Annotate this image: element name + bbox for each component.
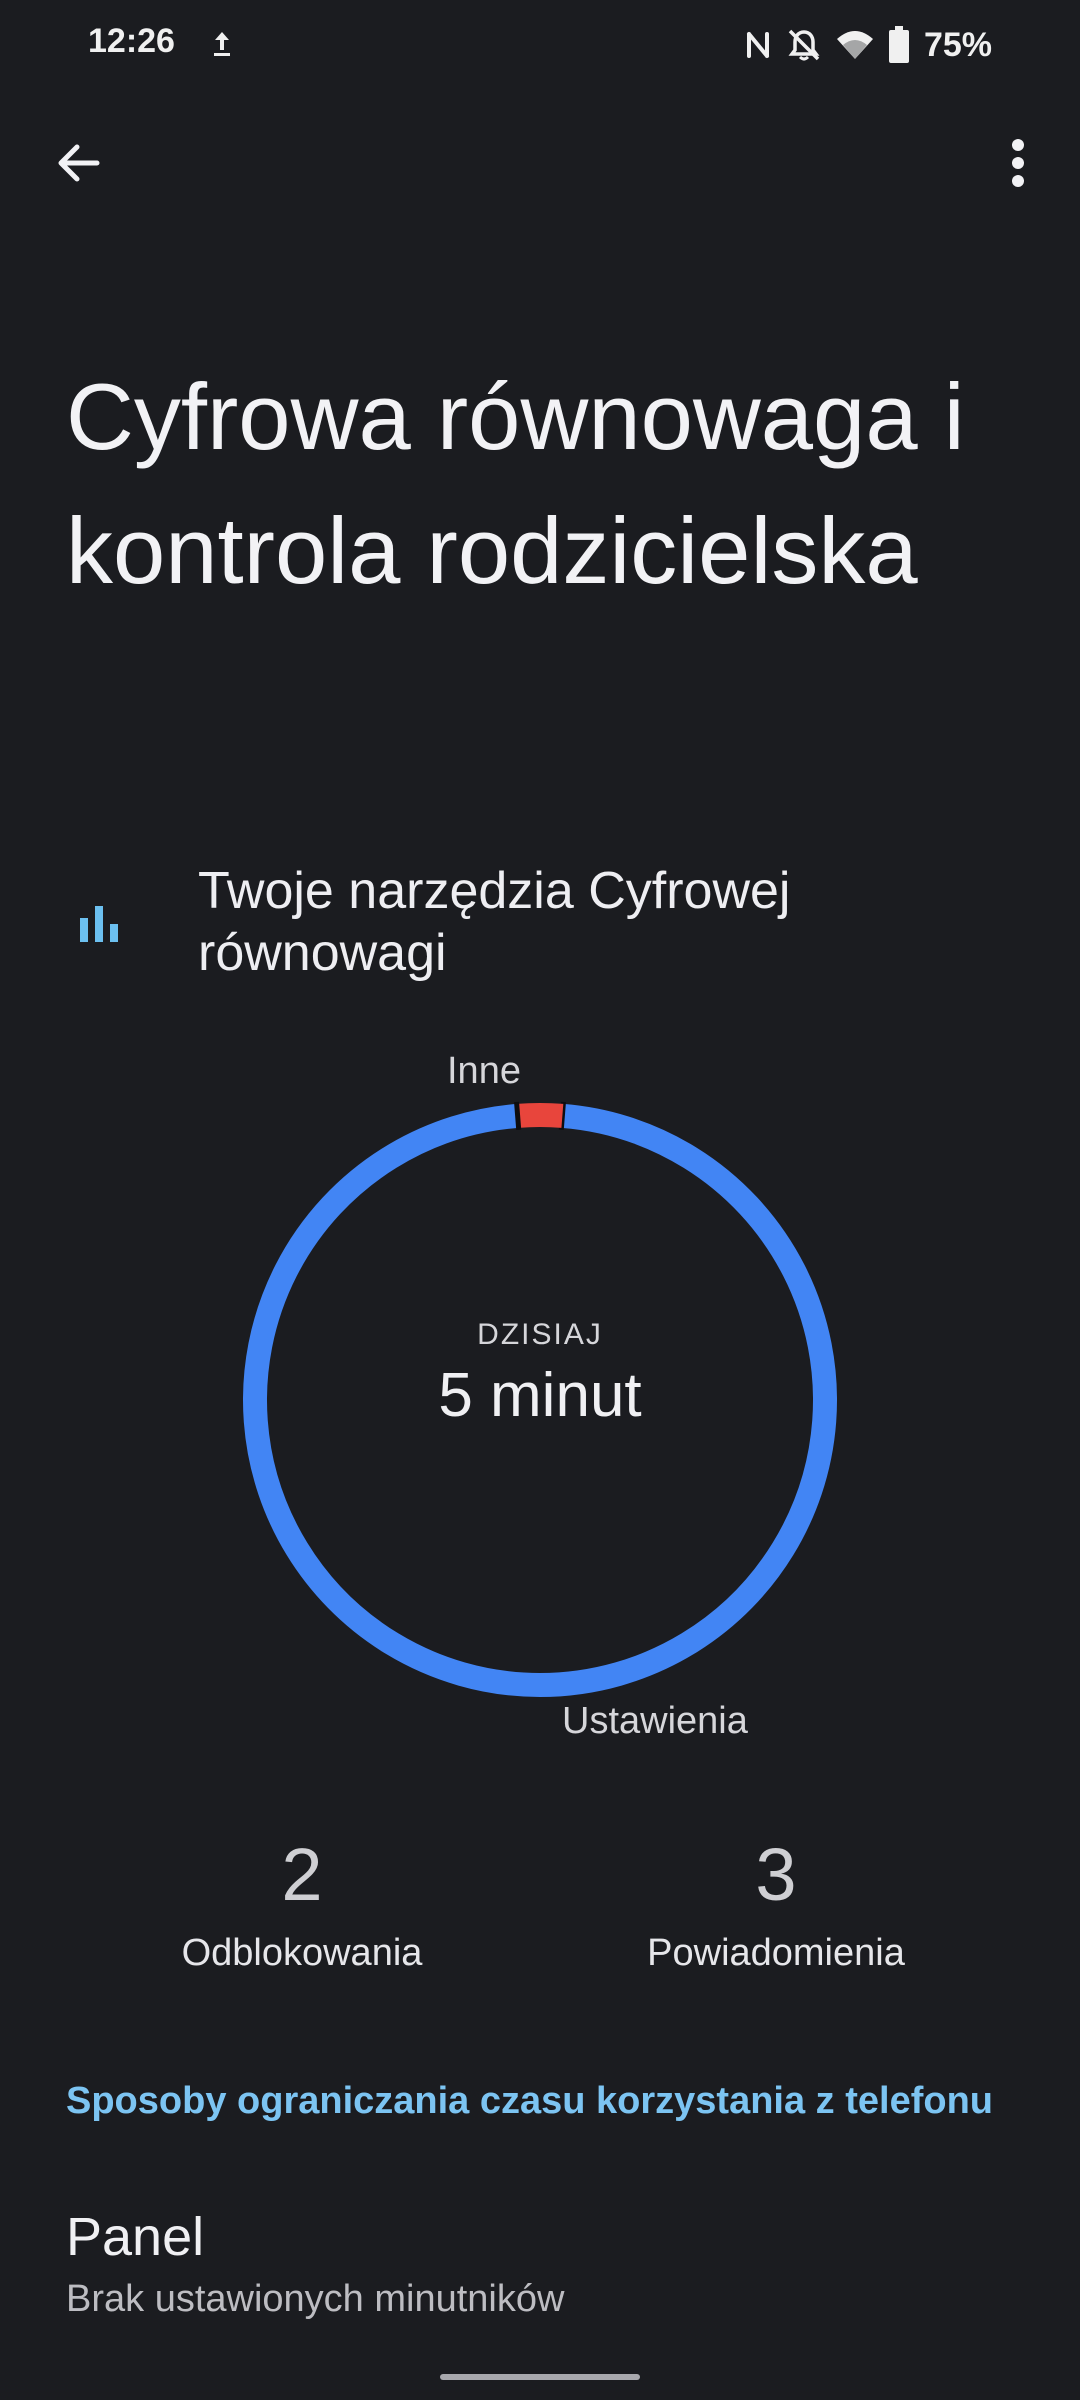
notifications-label: Powiadomienia — [647, 1932, 905, 1974]
donut-slice-inne — [516, 1103, 564, 1128]
upload-icon — [214, 32, 230, 56]
dashboard-item[interactable]: Panel Brak ustawionych minutników — [0, 2190, 1080, 2340]
gesture-nav-handle[interactable] — [440, 2374, 640, 2380]
status-icons: 75% — [744, 20, 992, 70]
slice-label-ustawienia: Ustawienia — [562, 1700, 748, 1742]
usage-donut-chart[interactable]: Inne Ustawienia DZISIAJ 5 minut — [0, 1040, 1080, 1760]
limit-screen-time-section-header: Sposoby ograniczania czasu korzystania z… — [66, 2080, 994, 2122]
chart-center-value: 5 minut — [438, 1361, 642, 1430]
back-button[interactable] — [40, 125, 116, 201]
dashboard-subtitle: Brak ustawionych minutników — [66, 2278, 565, 2320]
dashboard-title: Panel — [66, 2207, 205, 2267]
battery-percent: 75% — [923, 25, 992, 64]
donut-separator — [514, 1101, 522, 1131]
status-bar: 12:26 75% — [0, 0, 1080, 90]
digital-wellbeing-tools-label: Twoje narzędzia Cyfrowej równowagi — [198, 862, 791, 982]
notifications-count: 3 — [755, 1833, 797, 1916]
unlocks-label: Odblokowania — [181, 1932, 423, 1974]
battery-icon — [888, 26, 909, 63]
wifi-icon — [836, 31, 873, 59]
page-title: Cyfrowa równowaga i kontrola rodzicielsk… — [66, 364, 965, 603]
notifications-stat[interactable]: 3 Powiadomienia — [566, 1830, 986, 1980]
slice-label-inne: Inne — [447, 1050, 521, 1092]
unlocks-count: 2 — [281, 1833, 323, 1916]
chart-center-caption: DZISIAJ — [477, 1318, 603, 1351]
more-options-button[interactable] — [980, 125, 1056, 201]
bar-chart-icon — [80, 906, 118, 942]
more-vert-icon — [1012, 139, 1024, 187]
bell-off-icon — [788, 29, 820, 61]
digital-wellbeing-tools-item[interactable]: Twoje narzędzia Cyfrowej równowagi — [0, 860, 1080, 990]
unlocks-stat[interactable]: 2 Odblokowania — [92, 1830, 512, 1980]
arrow-back-icon — [58, 144, 100, 182]
status-time: 12:26 — [88, 22, 175, 60]
nfc-icon — [746, 32, 769, 58]
